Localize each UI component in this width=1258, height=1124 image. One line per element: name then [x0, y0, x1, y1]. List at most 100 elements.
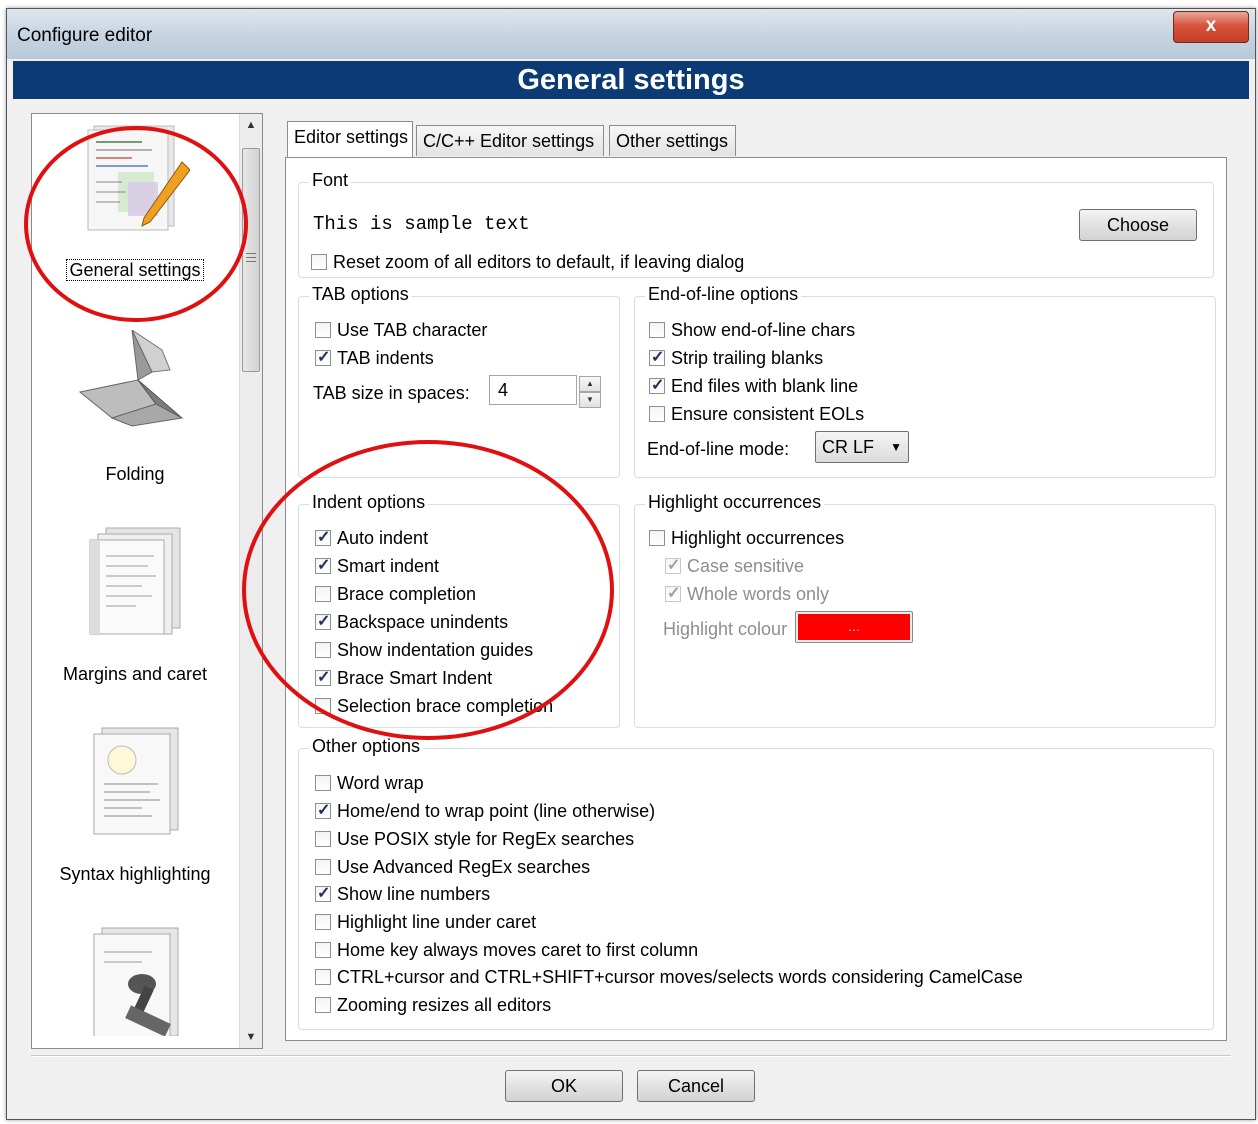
auto-indent-checkbox[interactable]: Auto indent	[315, 526, 428, 550]
scroll-up-arrow-icon[interactable]: ▲	[240, 114, 262, 136]
sidebar-item-folding[interactable]: Folding	[32, 322, 238, 484]
other-options-group: Other options Word wrap Home/end to wrap…	[298, 736, 1214, 1030]
close-button[interactable]: x	[1173, 11, 1249, 43]
brace-completion-checkbox[interactable]: Brace completion	[315, 582, 476, 606]
smart-indent-checkbox[interactable]: Smart indent	[315, 554, 439, 578]
checkbox-box[interactable]	[315, 800, 331, 820]
checkbox-box[interactable]	[315, 555, 331, 575]
tab-size-spinner[interactable]: ▲ ▼	[579, 376, 601, 408]
advanced-regex-checkbox[interactable]: Use Advanced RegEx searches	[315, 855, 590, 879]
strip-trailing-blanks-checkbox[interactable]: Strip trailing blanks	[649, 346, 823, 370]
highlight-line-under-caret-checkbox[interactable]: Highlight line under caret	[315, 910, 536, 934]
group-title: Highlight occurrences	[645, 492, 825, 513]
eol-mode-select[interactable]: CR LF ▼	[815, 431, 909, 463]
checkbox-box[interactable]	[315, 969, 331, 985]
checkbox-box[interactable]	[315, 586, 331, 602]
checkbox-label: Show indentation guides	[337, 639, 534, 660]
checkbox-box[interactable]	[649, 375, 665, 395]
word-wrap-checkbox[interactable]: Word wrap	[315, 771, 424, 795]
checkbox-box[interactable]	[315, 698, 331, 714]
cancel-button[interactable]: Cancel	[637, 1070, 755, 1102]
spin-down-icon[interactable]: ▼	[579, 392, 601, 408]
group-title: TAB options	[309, 284, 412, 305]
selection-brace-completion-checkbox[interactable]: Selection brace completion	[315, 694, 553, 718]
checkbox-box[interactable]	[665, 555, 681, 575]
scroll-down-arrow-icon[interactable]: ▼	[240, 1026, 262, 1048]
show-indentation-guides-checkbox[interactable]: Show indentation guides	[315, 638, 533, 662]
spin-up-icon[interactable]: ▲	[579, 376, 601, 392]
ok-button[interactable]: OK	[505, 1070, 623, 1102]
whole-words-only-checkbox[interactable]: Whole words only	[665, 582, 829, 606]
checkbox-box[interactable]	[315, 611, 331, 631]
checkbox-label: End files with blank line	[671, 375, 859, 396]
sidebar-item-syntax-highlighting[interactable]: Syntax highlighting	[32, 722, 238, 884]
settings-category-list[interactable]: General settings Folding Margins and car…	[31, 113, 263, 1049]
sidebar-item-general-settings[interactable]: General settings	[32, 122, 238, 282]
checkbox-label: Reset zoom of all editors to default, if…	[333, 251, 745, 272]
use-tab-character-checkbox[interactable]: Use TAB character	[315, 318, 487, 342]
choose-font-button[interactable]: Choose	[1079, 209, 1197, 241]
page-title: General settings	[13, 61, 1249, 99]
checkbox-label: Use Advanced RegEx searches	[337, 856, 591, 877]
checkbox-box[interactable]	[315, 527, 331, 547]
case-sensitive-checkbox[interactable]: Case sensitive	[665, 554, 804, 578]
home-key-first-column-checkbox[interactable]: Home key always moves caret to first col…	[315, 938, 698, 962]
font-group: Font This is sample text Choose Reset zo…	[298, 170, 1214, 278]
posix-regex-checkbox[interactable]: Use POSIX style for RegEx searches	[315, 827, 634, 851]
checkbox-box[interactable]	[649, 322, 665, 338]
checkbox-box[interactable]	[315, 942, 331, 958]
highlight-occurrences-checkbox[interactable]: Highlight occurrences	[649, 526, 844, 550]
checkbox-box[interactable]	[311, 254, 327, 270]
editor-settings-panel: Font This is sample text Choose Reset zo…	[285, 157, 1227, 1041]
brace-smart-indent-checkbox[interactable]: Brace Smart Indent	[315, 666, 492, 690]
checkbox-box[interactable]	[649, 406, 665, 422]
origami-bird-icon	[78, 330, 184, 427]
checkbox-box[interactable]	[649, 530, 665, 546]
sidebar-item-label: General settings	[66, 259, 204, 281]
checkbox-box[interactable]	[315, 667, 331, 687]
camelcase-cursor-checkbox[interactable]: CTRL+cursor and CTRL+SHIFT+cursor moves/…	[315, 965, 1023, 989]
scrollbar-thumb[interactable]	[242, 148, 260, 372]
checkbox-label: Use POSIX style for RegEx searches	[337, 828, 635, 849]
sidebar-scrollbar[interactable]: ▲ ▼	[239, 114, 262, 1048]
sidebar-item-stamp[interactable]	[32, 922, 238, 1048]
tab-indents-checkbox[interactable]: TAB indents	[315, 346, 434, 370]
checkbox-label: Home key always moves caret to first col…	[337, 939, 699, 960]
zooming-resizes-editors-checkbox[interactable]: Zooming resizes all editors	[315, 993, 551, 1017]
window-title: Configure editor	[17, 25, 153, 46]
tab-cpp-editor-settings[interactable]: C/C++ Editor settings	[416, 125, 604, 156]
show-eol-chars-checkbox[interactable]: Show end-of-line chars	[649, 318, 855, 342]
settings-document-pencil-icon	[87, 125, 190, 231]
document-pages-icon	[89, 527, 181, 635]
ensure-consistent-eols-checkbox[interactable]: Ensure consistent EOLs	[649, 402, 864, 426]
checkbox-label: TAB indents	[337, 347, 434, 368]
checkbox-box[interactable]	[315, 642, 331, 658]
end-files-blank-line-checkbox[interactable]: End files with blank line	[649, 374, 858, 398]
checkbox-box[interactable]	[315, 997, 331, 1013]
checkbox-box[interactable]	[315, 775, 331, 791]
tab-other-settings[interactable]: Other settings	[609, 125, 736, 156]
checkbox-box[interactable]	[315, 883, 331, 903]
checkbox-box[interactable]	[665, 583, 681, 603]
tab-size-input[interactable]: 4	[489, 375, 577, 405]
reset-zoom-checkbox[interactable]: Reset zoom of all editors to default, if…	[311, 250, 744, 274]
tab-editor-settings[interactable]: Editor settings	[287, 121, 413, 157]
end-of-line-options-group: End-of-line options Show end-of-line cha…	[634, 284, 1216, 478]
checkbox-box[interactable]	[315, 914, 331, 930]
highlight-colour-button[interactable]: ...	[795, 611, 913, 643]
checkbox-box[interactable]	[649, 347, 665, 367]
checkbox-label: Show end-of-line chars	[671, 319, 856, 340]
backspace-unindents-checkbox[interactable]: Backspace unindents	[315, 610, 508, 634]
sidebar-item-label: Syntax highlighting	[59, 864, 211, 884]
sidebar-item-margins-and-caret[interactable]: Margins and caret	[32, 522, 238, 684]
checkbox-box[interactable]	[315, 347, 331, 367]
checkbox-box[interactable]	[315, 831, 331, 847]
indent-options-group: Indent options Auto indent Smart indent …	[298, 492, 620, 728]
checkbox-box[interactable]	[315, 859, 331, 875]
home-end-wrap-point-checkbox[interactable]: Home/end to wrap point (line otherwise)	[315, 799, 655, 823]
checkbox-label: Use TAB character	[337, 319, 488, 340]
checkbox-box[interactable]	[315, 322, 331, 338]
title-bar[interactable]: Configure editor x	[7, 9, 1255, 59]
stamp-document-icon	[93, 927, 179, 1036]
show-line-numbers-checkbox[interactable]: Show line numbers	[315, 882, 490, 906]
